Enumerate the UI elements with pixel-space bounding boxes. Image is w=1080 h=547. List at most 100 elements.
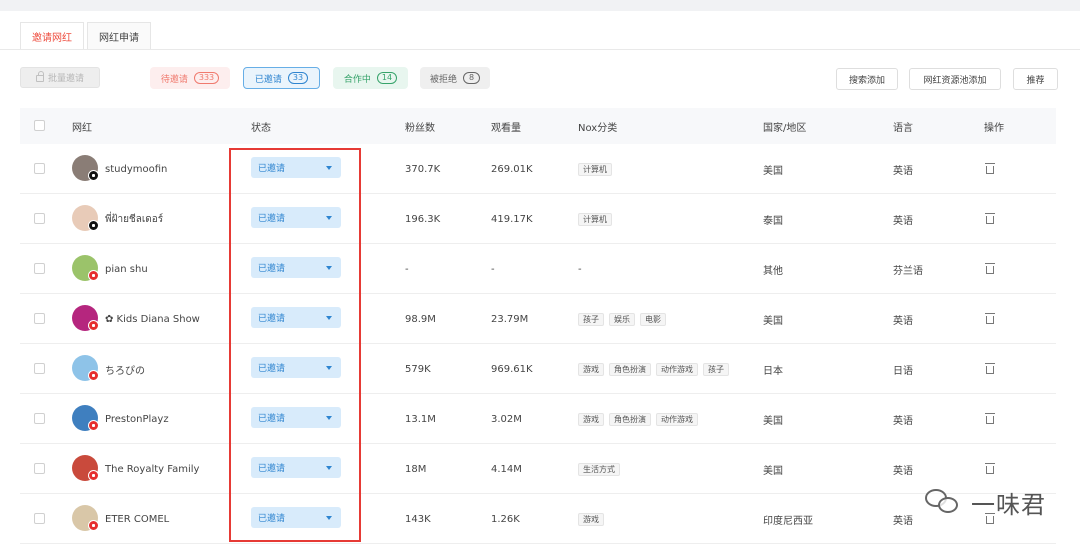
highlight-box [229,148,361,542]
influencer-name[interactable]: ETER COMEL [105,494,169,544]
views-count: 4.14M [491,463,522,475]
table-row: studymoofin 已邀请 370.7K 269.01K 计算机 美国 英语 [20,144,1056,194]
influencer-name[interactable]: pian shu [105,244,148,294]
category-tag: 孩子 [578,312,604,326]
filter-count: 33 [287,72,309,84]
tiktok-icon [88,220,99,231]
tab-influencer-applications[interactable]: 网红申请 [87,22,151,49]
header-nox-category: Nox分类 [578,122,618,134]
followers-count: 98.9M [405,313,436,325]
language: 日语 [893,365,913,377]
row-checkbox[interactable] [34,313,45,324]
recommend-button[interactable]: 推荐 [1013,68,1058,90]
influencer-name[interactable]: ✿ Kids Diana Show [105,294,200,344]
trash-icon [985,413,995,424]
filter-invited[interactable]: 已邀请 33 [243,67,320,89]
filter-label: 待邀请 [160,74,188,85]
header-followers: 粉丝数 [405,122,435,134]
language: 英语 [893,215,913,227]
tab-invite-influencers[interactable]: 邀请网红 [20,22,84,49]
row-checkbox[interactable] [34,213,45,224]
category-tags: - [578,263,582,275]
youtube-icon [88,320,99,331]
category-tag: 生活方式 [578,462,620,476]
batch-invite-button[interactable]: 批量邀请 [20,67,100,88]
category-tag: 角色扮演 [609,412,651,426]
language: 英语 [893,315,913,327]
category-tags: 计算机 [578,194,617,244]
category-tags: 计算机 [578,144,617,194]
language: 英语 [893,465,913,477]
filter-pending[interactable]: 待邀请 333 [150,67,230,89]
row-checkbox[interactable] [34,463,45,474]
delete-button[interactable] [985,394,995,444]
category-tags: 游戏 角色扮演 动作游戏 孩子 [578,344,734,394]
header-influencer: 网红 [72,122,92,134]
table-row: ✿ Kids Diana Show 已邀请 98.9M 23.79M 孩子 娱乐… [20,294,1056,344]
tab-divider [0,49,1080,50]
category-tag: 游戏 [578,512,604,526]
influencer-name[interactable]: พี่ฝ้ายชีลเดอร์ [105,194,163,244]
delete-button[interactable] [985,194,995,244]
youtube-icon [88,470,99,481]
country: 美国 [763,165,783,177]
country: 泰国 [763,215,783,227]
delete-button[interactable] [985,294,995,344]
views-count: 3.02M [491,413,522,425]
category-tag: 计算机 [578,212,612,226]
header-status: 状态 [251,122,271,134]
followers-count: 196.3K [405,213,441,225]
country: 其他 [763,265,783,277]
youtube-icon [88,370,99,381]
table-header: 网红 状态 粉丝数 观看量 Nox分类 国家/地区 语言 操作 [20,108,1056,144]
followers-count: 143K [405,513,431,525]
table-row: ETER COMEL 已邀请 143K 1.26K 游戏 印度尼西亚 英语 [20,494,1056,544]
category-tag: 游戏 [578,362,604,376]
category-tag: 娱乐 [609,312,635,326]
category-tags: 孩子 娱乐 电影 [578,294,671,344]
category-tag: 游戏 [578,412,604,426]
trash-icon [985,313,995,324]
country: 美国 [763,315,783,327]
influencer-name[interactable]: The Royalty Family [105,444,199,494]
country: 美国 [763,465,783,477]
filter-label: 合作中 [343,74,371,85]
influencer-name[interactable]: ちろぴの [105,344,145,394]
select-all-checkbox[interactable] [34,120,45,131]
row-checkbox[interactable] [34,263,45,274]
trash-icon [985,363,995,374]
filter-cooperating[interactable]: 合作中 14 [333,67,408,89]
youtube-icon [88,420,99,431]
filter-rejected[interactable]: 被拒绝 8 [420,67,490,89]
row-checkbox[interactable] [34,163,45,174]
watermark: 一味君 [925,480,1050,524]
trash-icon [985,463,995,474]
delete-button[interactable] [985,244,995,294]
header-country: 国家/地区 [763,122,807,134]
filter-count: 333 [193,72,220,84]
influencer-name[interactable]: studymoofin [105,144,167,194]
table-row: ちろぴの 已邀请 579K 969.61K 游戏 角色扮演 动作游戏 孩子 日本… [20,344,1056,394]
category-tags: 游戏 角色扮演 动作游戏 [578,394,703,444]
delete-button[interactable] [985,344,995,394]
resource-pool-add-button[interactable]: 网红资源池添加 [909,68,1001,90]
followers-count: 579K [405,363,431,375]
tab-bar: 邀请网红 网红申请 [20,22,154,49]
top-bar [0,0,1080,11]
views-count: 969.61K [491,363,533,375]
filter-count: 14 [376,72,398,84]
table-row: พี่ฝ้ายชีลเดอร์ 已邀请 196.3K 419.17K 计算机 泰… [20,194,1056,244]
language: 英语 [893,515,913,527]
row-checkbox[interactable] [34,513,45,524]
category-tag: 动作游戏 [656,362,698,376]
trash-icon [985,213,995,224]
delete-button[interactable] [985,144,995,194]
row-checkbox[interactable] [34,363,45,374]
category-tag: 动作游戏 [656,412,698,426]
followers-count: 18M [405,463,427,475]
row-checkbox[interactable] [34,413,45,424]
filter-count: 8 [463,72,480,84]
country: 印度尼西亚 [763,515,813,527]
search-add-button[interactable]: 搜索添加 [836,68,898,90]
influencer-name[interactable]: PrestonPlayz [105,394,169,444]
